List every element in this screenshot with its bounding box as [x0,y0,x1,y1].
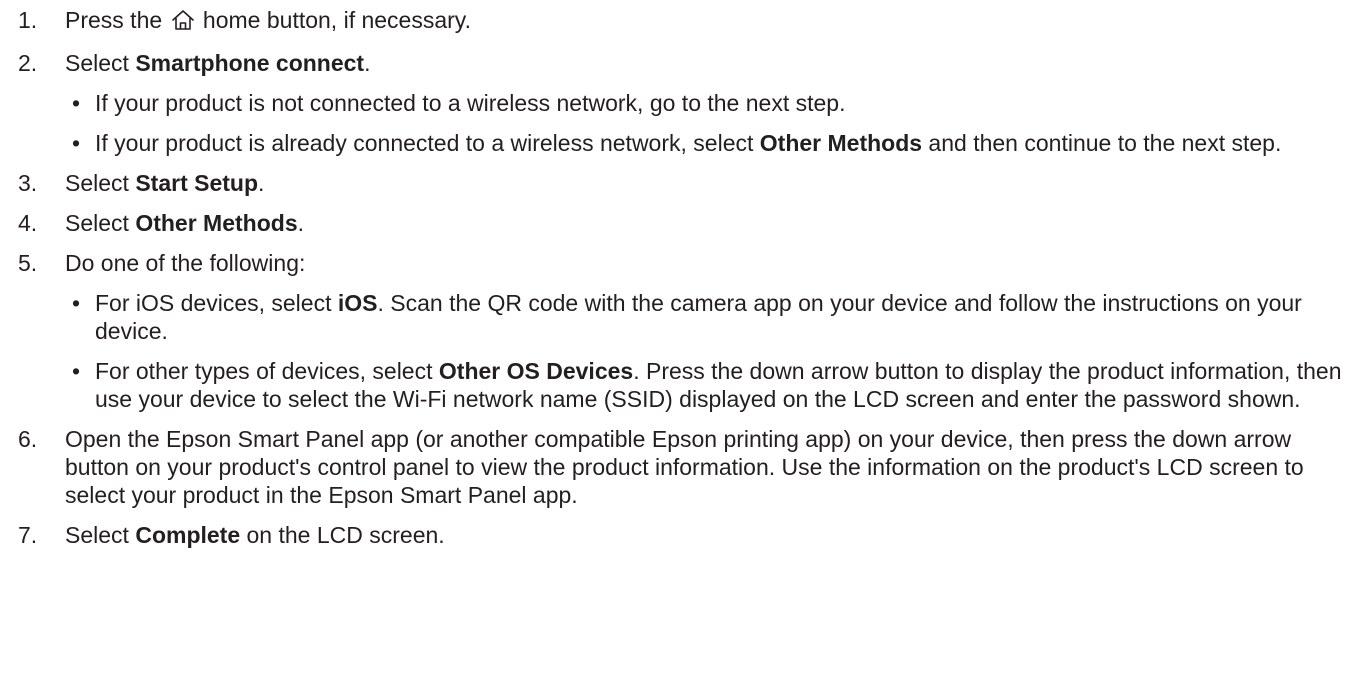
option-smartphone-connect: Smartphone connect [135,50,365,76]
bullet-marker: • [72,90,81,116]
step-text-prefix: Select [65,170,136,196]
instructions-page: 1. Press the home button, if necessary. … [0,0,1365,695]
bullet-text-prefix: If your product is already connected to … [95,130,760,156]
step-number: 1. [18,7,38,33]
step-7: 7. Select Complete on the LCD screen. [18,521,1345,549]
home-icon [171,9,195,37]
step-number: 7. [18,522,38,548]
step-text-prefix: Select [65,50,136,76]
bullet-list: • For iOS devices, select iOS. Scan the … [65,289,1345,413]
option-start-setup: Start Setup [135,170,259,196]
step-text-suffix: . [297,210,304,236]
step-text-suffix: . [364,50,371,76]
option-ios: iOS [337,290,378,316]
step-6: 6. Open the Epson Smart Panel app (or an… [18,425,1345,509]
step-3: 3. Select Start Setup. [18,169,1345,197]
step-1: 1. Press the home button, if necessary. [18,6,1345,37]
step-text-suffix: on the LCD screen. [240,522,445,548]
step-text-before: Press the [65,7,169,33]
step-number: 6. [18,426,38,452]
step-text: Press the home button, if necessary. [65,7,471,33]
bullet-item: • For other types of devices, select Oth… [65,357,1345,413]
bullet-text-suffix: and then continue to the next step. [922,130,1282,156]
steps-list: 1. Press the home button, if necessary. … [18,6,1345,549]
step-2: 2. Select Smartphone connect. • If your … [18,49,1345,157]
bullet-text: For other types of devices, select Other… [95,358,1342,412]
step-number: 4. [18,210,38,236]
step-text: Select Start Setup. [65,170,264,196]
bullet-marker: • [72,130,81,156]
step-number: 5. [18,250,38,276]
step-text: Do one of the following: [65,250,306,276]
bullet-text-prefix: For iOS devices, select [95,290,338,316]
bullet-item: • If your product is already connected t… [65,129,1345,157]
step-text-prefix: Select [65,522,136,548]
bullet-marker: • [72,290,81,316]
step-text: Select Complete on the LCD screen. [65,522,445,548]
step-text: Select Other Methods. [65,210,304,236]
option-complete: Complete [135,522,241,548]
step-5: 5. Do one of the following: • For iOS de… [18,249,1345,413]
bullet-text-prefix: For other types of devices, select [95,358,439,384]
step-text-prefix: Select [65,210,136,236]
bullet-text: For iOS devices, select iOS. Scan the QR… [95,290,1302,344]
bullet-list: • If your product is not connected to a … [65,89,1345,157]
bullet-item: • For iOS devices, select iOS. Scan the … [65,289,1345,345]
step-text: Select Smartphone connect. [65,50,370,76]
option-other-methods: Other Methods [759,130,923,156]
bullet-text: If your product is not connected to a wi… [95,90,846,116]
step-4: 4. Select Other Methods. [18,209,1345,237]
step-number: 2. [18,50,38,76]
option-other-methods: Other Methods [135,210,298,236]
bullet-text: If your product is already connected to … [95,130,1281,156]
step-text: Open the Epson Smart Panel app (or anoth… [65,426,1304,508]
option-other-os-devices: Other OS Devices [438,358,634,384]
step-text-suffix: . [258,170,265,196]
step-number: 3. [18,170,38,196]
step-text-after: home button, if necessary. [196,7,471,33]
bullet-marker: • [72,358,81,384]
bullet-item: • If your product is not connected to a … [65,89,1345,117]
